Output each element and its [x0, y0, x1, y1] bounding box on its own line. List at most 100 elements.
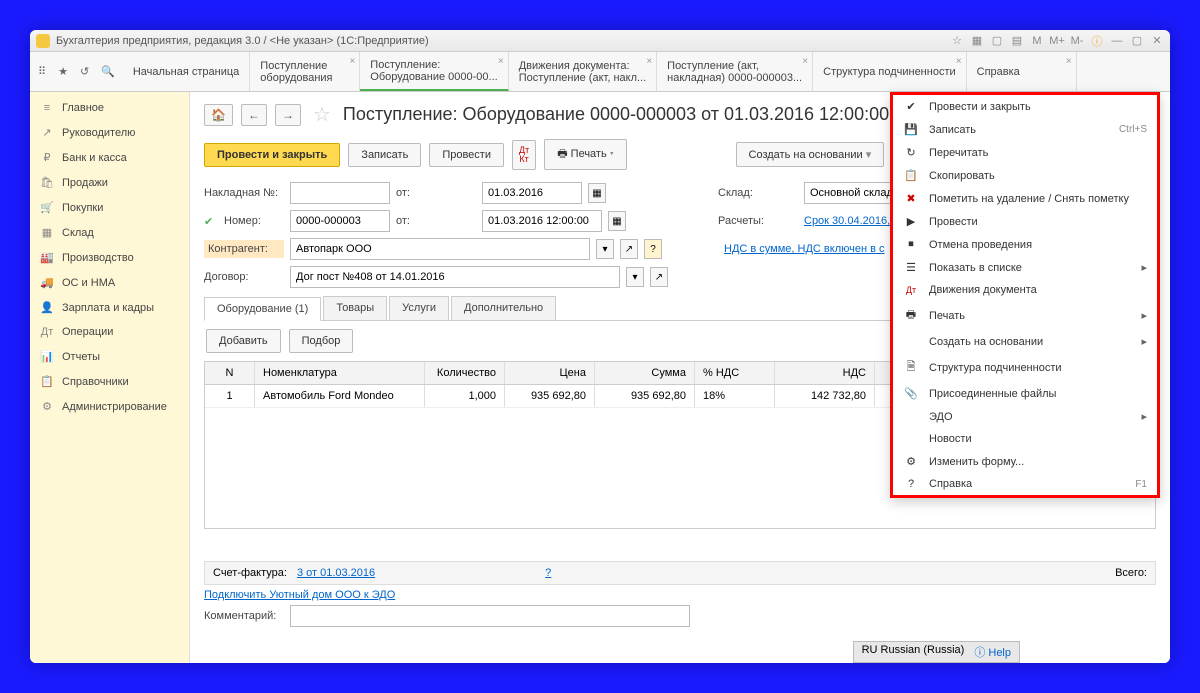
write-button[interactable]: Записать: [348, 143, 421, 167]
col-price[interactable]: Цена: [505, 362, 595, 384]
col-nds[interactable]: НДС: [775, 362, 875, 384]
sidebar-item-production[interactable]: 🏭Производство: [30, 245, 189, 270]
tool-icon[interactable]: ▦: [970, 34, 984, 48]
select-button[interactable]: Подбор: [289, 329, 354, 353]
col-n[interactable]: N: [205, 362, 255, 384]
star-icon[interactable]: ☆: [313, 102, 331, 127]
menu-structure[interactable]: 🗎Структура подчиненности: [893, 353, 1157, 382]
tab-3[interactable]: Движения документа:Поступление (акт, нак…: [509, 52, 657, 91]
tool-icon2[interactable]: ▢: [990, 34, 1004, 48]
m-icon[interactable]: M+: [1050, 34, 1064, 48]
sidebar-item-purchases[interactable]: 🛒Покупки: [30, 195, 189, 220]
search-icon[interactable]: 🔍: [101, 65, 115, 78]
menu-attachments[interactable]: 📎Присоединенные файлы: [893, 382, 1157, 405]
col-ndspct[interactable]: % НДС: [695, 362, 775, 384]
calendar-icon[interactable]: ▦: [588, 183, 606, 203]
nds-link[interactable]: НДС в сумме, НДС включен в с: [724, 243, 885, 255]
tab-home[interactable]: Начальная страница: [123, 52, 250, 91]
history-icon[interactable]: ↺: [80, 65, 89, 78]
sidebar-item-sales[interactable]: 🛍Продажи: [30, 170, 189, 195]
sidebar-item-refs[interactable]: 📋Справочники: [30, 369, 189, 394]
nakl-no-input[interactable]: [290, 182, 390, 204]
menu-news[interactable]: Новости: [893, 428, 1157, 450]
close-icon[interactable]: ✕: [1150, 34, 1164, 48]
help-link[interactable]: ⓘ Help: [974, 644, 1011, 660]
edo-connect-link[interactable]: Подключить Уютный дом ООО к ЭДО: [204, 589, 395, 601]
close-icon[interactable]: ×: [646, 56, 652, 67]
sidebar-item-main[interactable]: ≡Главное: [30, 96, 189, 120]
back-button[interactable]: ←: [241, 104, 267, 126]
dogovor-input[interactable]: [290, 266, 620, 288]
sidebar-item-bank[interactable]: ₽Банк и касса: [30, 145, 189, 170]
dropdown-icon[interactable]: ▾: [626, 267, 644, 287]
sf-help[interactable]: ?: [545, 567, 551, 579]
col-nom[interactable]: Номенклатура: [255, 362, 425, 384]
col-qty[interactable]: Количество: [425, 362, 505, 384]
menu-unpost[interactable]: ⏹Отмена проведения: [893, 233, 1157, 256]
menu-show-list[interactable]: ☰Показать в списке▸: [893, 256, 1157, 279]
tab-2[interactable]: Поступление:Оборудование 0000-00...×: [360, 52, 508, 91]
print-button[interactable]: 🖶 Печать: [544, 139, 627, 170]
calc-icon[interactable]: ▤: [1010, 34, 1024, 48]
menu-edo[interactable]: ЭДО▸: [893, 405, 1157, 428]
menu-movements[interactable]: ДтДвижения документа: [893, 279, 1157, 301]
fav-icon[interactable]: ☆: [950, 34, 964, 48]
kontragent-input[interactable]: [290, 238, 590, 260]
create-based-button[interactable]: Создать на основании: [736, 142, 885, 167]
m-icon[interactable]: M: [1030, 34, 1044, 48]
sf-link[interactable]: 3 от 01.03.2016: [297, 567, 375, 579]
close-icon[interactable]: ×: [498, 56, 504, 67]
apps-icon[interactable]: ⠿: [38, 65, 46, 78]
sidebar-item-operations[interactable]: ДтОперации: [30, 320, 189, 344]
tab-1[interactable]: Поступлениеоборудования×: [250, 52, 360, 91]
menu-post-close[interactable]: ✔Провести и закрыть: [893, 95, 1157, 118]
dropdown-icon[interactable]: ▾: [596, 239, 614, 259]
post-close-button[interactable]: Провести и закрыть: [204, 143, 340, 167]
menu-help[interactable]: ?СправкаF1: [893, 473, 1157, 495]
m-icon[interactable]: M-: [1070, 34, 1084, 48]
menu-post[interactable]: ▶Провести: [893, 210, 1157, 233]
close-icon[interactable]: ×: [1066, 56, 1072, 67]
close-icon[interactable]: ×: [349, 56, 355, 67]
sidebar-item-os[interactable]: 🚚ОС и НМА: [30, 270, 189, 295]
calendar-icon[interactable]: ▦: [608, 211, 626, 231]
post-button[interactable]: Провести: [429, 143, 504, 167]
nomer-input[interactable]: [290, 210, 390, 232]
forward-button[interactable]: →: [275, 104, 301, 126]
help-icon[interactable]: ?: [644, 239, 662, 259]
tab-4[interactable]: Поступление (акт,накладная) 0000-000003.…: [657, 52, 813, 91]
dt-button[interactable]: ДтКт: [512, 140, 536, 170]
menu-print[interactable]: 🖶Печать▸: [893, 301, 1157, 330]
menu-create-based[interactable]: Создать на основании▸: [893, 330, 1157, 353]
comment-input[interactable]: [290, 605, 690, 627]
tab-5[interactable]: Структура подчиненности×: [813, 52, 967, 91]
menu-reread[interactable]: ↻Перечитать: [893, 141, 1157, 164]
tab-6[interactable]: Справка×: [967, 52, 1077, 91]
sidebar-item-admin[interactable]: ⚙Администрирование: [30, 394, 189, 419]
menu-copy[interactable]: 📋Скопировать: [893, 164, 1157, 187]
nomer-date-input[interactable]: [482, 210, 602, 232]
tab-goods[interactable]: Товары: [323, 296, 387, 320]
tab-equipment[interactable]: Оборудование (1): [204, 297, 321, 321]
close-icon[interactable]: ×: [956, 56, 962, 67]
menu-write[interactable]: 💾ЗаписатьCtrl+S: [893, 118, 1157, 141]
menu-change-form[interactable]: ⚙Изменить форму...: [893, 450, 1157, 473]
star-icon[interactable]: ★: [58, 65, 68, 78]
col-sum[interactable]: Сумма: [595, 362, 695, 384]
sidebar-item-hr[interactable]: 👤Зарплата и кадры: [30, 295, 189, 320]
minimize-icon[interactable]: —: [1110, 34, 1124, 48]
sidebar-item-warehouse[interactable]: ▦Склад: [30, 220, 189, 245]
tab-additional[interactable]: Дополнительно: [451, 296, 556, 320]
open-icon[interactable]: ↗: [620, 239, 638, 259]
open-icon[interactable]: ↗: [650, 267, 668, 287]
tab-services[interactable]: Услуги: [389, 296, 449, 320]
close-icon[interactable]: ×: [802, 56, 808, 67]
lang-indicator[interactable]: RU Russian (Russia): [862, 644, 965, 660]
sidebar-item-manager[interactable]: ↗Руководителю: [30, 120, 189, 145]
sidebar-item-reports[interactable]: 📊Отчеты: [30, 344, 189, 369]
nakl-date-input[interactable]: [482, 182, 582, 204]
info-icon[interactable]: ⓘ: [1090, 34, 1104, 48]
maximize-icon[interactable]: ▢: [1130, 34, 1144, 48]
home-button[interactable]: 🏠: [204, 104, 233, 126]
menu-mark-delete[interactable]: ✖Пометить на удаление / Снять пометку: [893, 187, 1157, 210]
